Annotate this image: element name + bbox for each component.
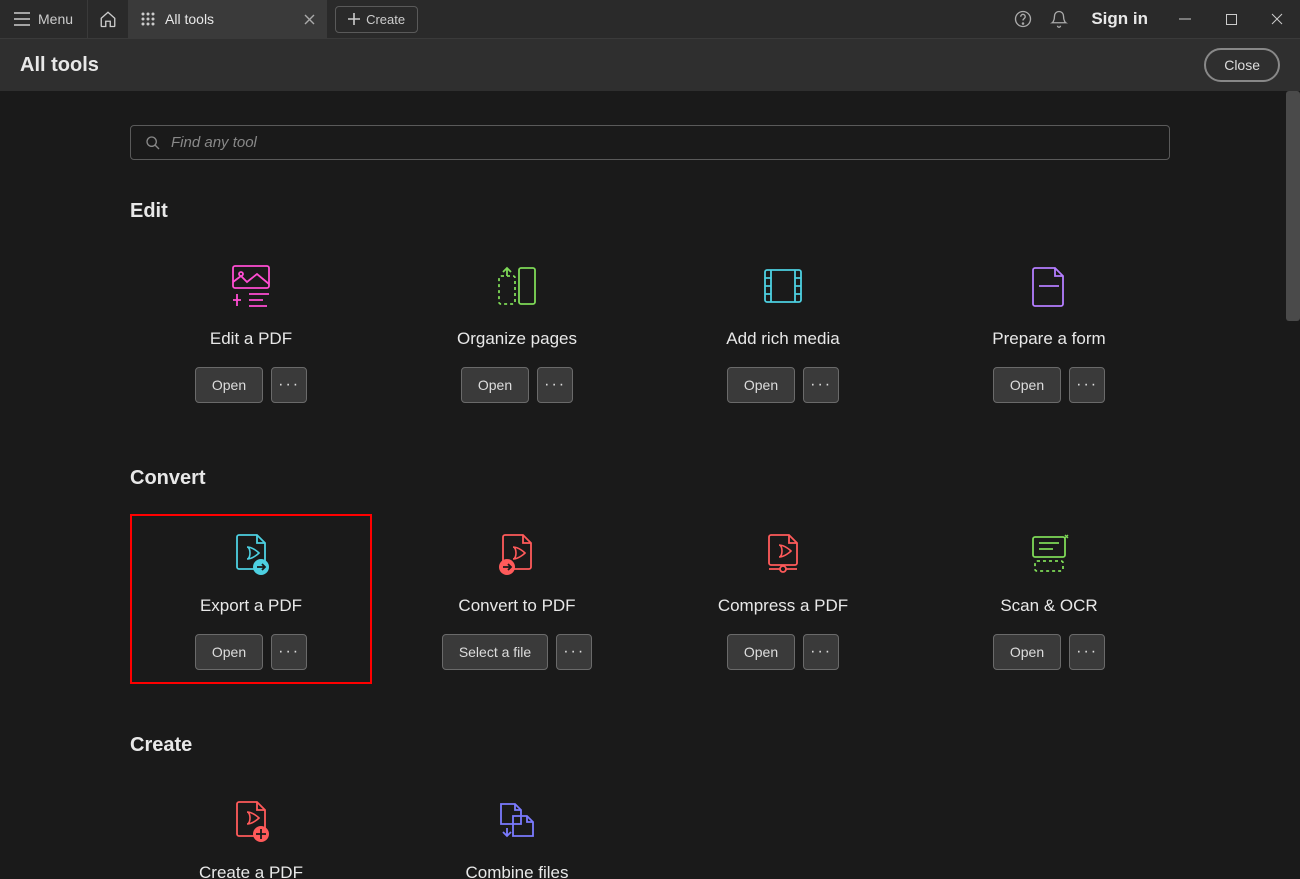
tool-name: Export a PDF [200, 596, 302, 616]
signin-button[interactable]: Sign in [1077, 9, 1162, 29]
organize-pages-icon [492, 261, 542, 311]
page-title: All tools [20, 54, 99, 77]
tool-organize-pages[interactable]: Organize pages Open ··· [396, 247, 638, 417]
more-button[interactable]: ··· [803, 634, 839, 670]
tab-label: All tools [165, 11, 214, 27]
apps-grid-icon [141, 12, 155, 26]
content-area: Edit Edit a PDF Open ··· Organize pages … [0, 91, 1300, 879]
tool-name: Prepare a form [992, 329, 1105, 349]
ellipsis-icon: ··· [563, 643, 585, 661]
close-icon [304, 14, 315, 25]
create-grid: Create a PDF Open ··· Combine files Open… [130, 781, 1170, 879]
home-button[interactable] [87, 0, 129, 38]
compress-pdf-icon [758, 528, 808, 578]
tool-prepare-form[interactable]: Prepare a form Open ··· [928, 247, 1170, 417]
tool-name: Edit a PDF [210, 329, 292, 349]
menu-button[interactable]: Menu [0, 0, 87, 38]
section-title-edit: Edit [130, 200, 1170, 223]
search-bar[interactable] [130, 125, 1170, 160]
tool-convert-to-pdf[interactable]: Convert to PDF Select a file ··· [396, 514, 638, 684]
section-title-create: Create [130, 734, 1170, 757]
ellipsis-icon: ··· [278, 643, 300, 661]
close-panel-button[interactable]: Close [1204, 48, 1280, 82]
tool-name: Scan & OCR [1000, 596, 1097, 616]
section-title-convert: Convert [130, 467, 1170, 490]
ellipsis-icon: ··· [1076, 376, 1098, 394]
open-button[interactable]: Open [727, 634, 795, 670]
tool-export-pdf[interactable]: Export a PDF Open ··· [130, 514, 372, 684]
hamburger-icon [14, 12, 30, 26]
plus-icon [348, 13, 360, 25]
tool-name: Add rich media [726, 329, 839, 349]
close-icon [1271, 13, 1283, 25]
search-icon [145, 135, 161, 151]
tool-compress-pdf[interactable]: Compress a PDF Open ··· [662, 514, 904, 684]
edit-grid: Edit a PDF Open ··· Organize pages Open … [130, 247, 1170, 417]
subheader: All tools Close [0, 39, 1300, 91]
prepare-form-icon [1024, 261, 1074, 311]
more-button[interactable]: ··· [537, 367, 573, 403]
more-button[interactable]: ··· [556, 634, 592, 670]
open-button[interactable]: Open [993, 634, 1061, 670]
tool-add-rich-media[interactable]: Add rich media Open ··· [662, 247, 904, 417]
help-button[interactable] [1005, 0, 1041, 38]
titlebar: Menu All tools Create Sign in [0, 0, 1300, 39]
open-button[interactable]: Open [195, 634, 263, 670]
tool-name: Convert to PDF [458, 596, 575, 616]
maximize-button[interactable] [1208, 0, 1254, 39]
convert-to-pdf-icon [492, 528, 542, 578]
ellipsis-icon: ··· [810, 643, 832, 661]
window-controls [1162, 0, 1300, 39]
menu-label: Menu [38, 11, 73, 27]
edit-pdf-icon [226, 261, 276, 311]
create-label: Create [366, 12, 405, 27]
open-button[interactable]: Open [461, 367, 529, 403]
select-file-button[interactable]: Select a file [442, 634, 548, 670]
search-input[interactable] [171, 134, 1155, 151]
more-button[interactable]: ··· [1069, 634, 1105, 670]
more-button[interactable]: ··· [271, 634, 307, 670]
open-button[interactable]: Open [195, 367, 263, 403]
tool-create-pdf[interactable]: Create a PDF Open ··· [130, 781, 372, 879]
open-button[interactable]: Open [993, 367, 1061, 403]
tool-combine-files[interactable]: Combine files Open ··· [396, 781, 638, 879]
tab-close-button[interactable] [304, 14, 315, 25]
minimize-button[interactable] [1162, 0, 1208, 39]
more-button[interactable]: ··· [1069, 367, 1105, 403]
tool-name: Create a PDF [199, 863, 303, 879]
close-window-button[interactable] [1254, 0, 1300, 39]
ellipsis-icon: ··· [810, 376, 832, 394]
home-icon [99, 10, 117, 28]
tool-name: Organize pages [457, 329, 577, 349]
open-button[interactable]: Open [727, 367, 795, 403]
maximize-icon [1226, 14, 1237, 25]
help-icon [1014, 10, 1032, 28]
ellipsis-icon: ··· [278, 376, 300, 394]
notifications-button[interactable] [1041, 0, 1077, 38]
combine-files-icon [492, 795, 542, 845]
more-button[interactable]: ··· [271, 367, 307, 403]
ellipsis-icon: ··· [544, 376, 566, 394]
ellipsis-icon: ··· [1076, 643, 1098, 661]
export-pdf-icon [226, 528, 276, 578]
tool-edit-pdf[interactable]: Edit a PDF Open ··· [130, 247, 372, 417]
scan-ocr-icon [1024, 528, 1074, 578]
tool-name: Compress a PDF [718, 596, 848, 616]
convert-grid: Export a PDF Open ··· Convert to PDF Sel… [130, 514, 1170, 684]
create-pdf-icon [226, 795, 276, 845]
bell-icon [1050, 10, 1068, 28]
scrollbar-thumb[interactable] [1286, 91, 1300, 321]
tab-all-tools[interactable]: All tools [129, 0, 327, 38]
tool-scan-ocr[interactable]: Scan & OCR Open ··· [928, 514, 1170, 684]
tool-name: Combine files [466, 863, 569, 879]
minimize-icon [1179, 13, 1191, 25]
create-button[interactable]: Create [335, 6, 418, 33]
more-button[interactable]: ··· [803, 367, 839, 403]
rich-media-icon [758, 261, 808, 311]
